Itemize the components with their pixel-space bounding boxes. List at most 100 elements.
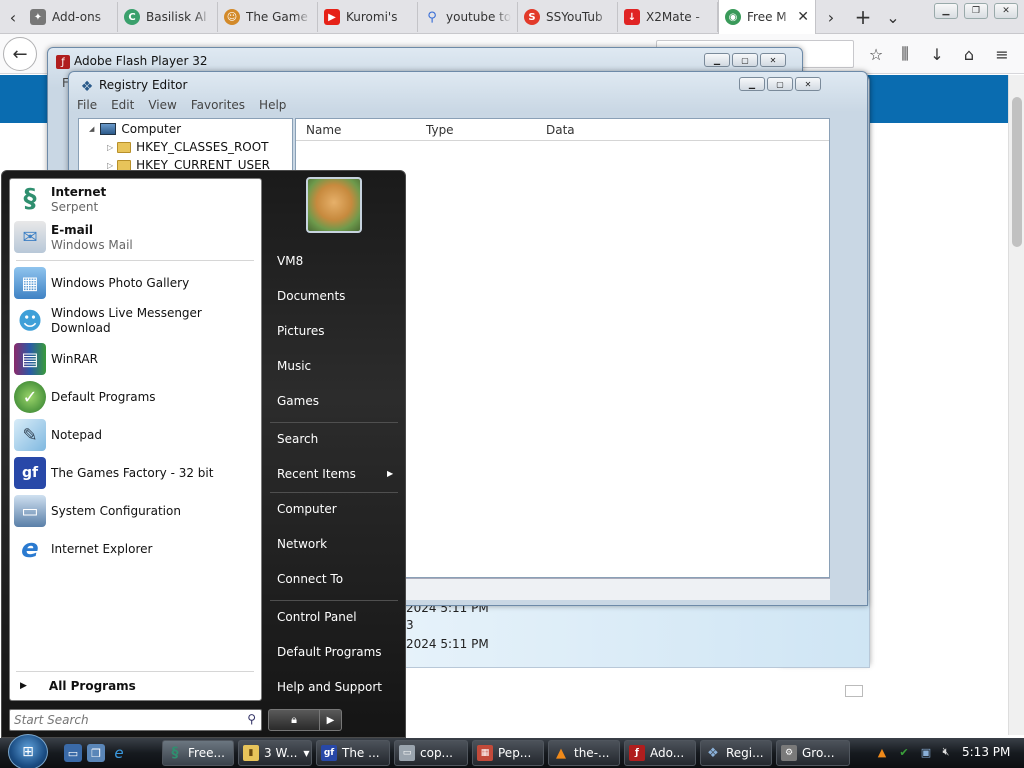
taskbar-button-flash[interactable]: ƒ Ado... bbox=[624, 740, 696, 766]
restore-icon: ❐ bbox=[971, 6, 981, 16]
close-button[interactable]: ✕ bbox=[795, 77, 821, 91]
taskbar-clock[interactable]: 5:13 PM bbox=[962, 745, 1010, 759]
back-button[interactable]: ← bbox=[3, 37, 37, 71]
program-system-configuration[interactable]: ▭ System Configuration bbox=[14, 494, 258, 528]
taskbar-button-vlc[interactable]: ▲ the-... bbox=[548, 740, 620, 766]
scrollbar-thumb[interactable] bbox=[1012, 97, 1022, 247]
ie-icon[interactable]: e bbox=[110, 744, 128, 762]
network-tray-icon[interactable]: ▣ bbox=[918, 744, 934, 760]
new-tab-button[interactable]: + bbox=[850, 4, 876, 30]
library-icon[interactable]: ⫼ bbox=[893, 42, 917, 66]
volume-muted-icon[interactable]: 🔇︎ bbox=[938, 744, 954, 760]
start-right-help-support[interactable]: Help and Support bbox=[277, 680, 382, 694]
program-internet-explorer[interactable]: e Internet Explorer bbox=[14, 532, 258, 566]
pinned-email[interactable]: ✉ E-mail Windows Mail bbox=[14, 220, 258, 254]
tab-the-game[interactable]: ☺ The Game bbox=[218, 2, 318, 32]
start-right-default-programs[interactable]: Default Programs bbox=[277, 645, 382, 659]
column-header-data[interactable]: Data bbox=[546, 123, 575, 137]
tab-youtube-to[interactable]: ⚲ youtube to bbox=[418, 2, 518, 32]
page-scrollbar[interactable] bbox=[1008, 75, 1024, 735]
menu-icon[interactable]: ≡ bbox=[990, 42, 1014, 66]
shutdown-options-button[interactable]: ▶ bbox=[320, 709, 342, 731]
start-search-input[interactable] bbox=[14, 711, 234, 729]
menu-item-favorites[interactable]: Favorites bbox=[191, 98, 245, 118]
show-desktop-icon[interactable]: ▭ bbox=[64, 744, 82, 762]
all-programs-button[interactable]: ▶ All Programs bbox=[20, 679, 136, 693]
start-button[interactable]: ⊞ bbox=[8, 734, 48, 768]
program-windows-photo-gallery[interactable]: ▦ Windows Photo Gallery bbox=[14, 266, 258, 300]
start-right-connect-to[interactable]: Connect To bbox=[277, 572, 343, 586]
taskbar-button-explorer[interactable]: ▮ 3 W... ▼ bbox=[238, 740, 312, 766]
registry-icon: ❖ bbox=[707, 745, 719, 761]
program-default-programs[interactable]: ✓ Default Programs bbox=[14, 380, 258, 414]
shield-tray-icon[interactable]: ✔ bbox=[896, 744, 912, 760]
taskbar-button-group[interactable]: ⚙ Gro... bbox=[776, 740, 850, 766]
pinned-internet[interactable]: § Internet Serpent bbox=[14, 182, 258, 216]
start-right-games[interactable]: Games bbox=[277, 394, 319, 408]
taskbar-button-games-factory[interactable]: gf The ... bbox=[316, 740, 390, 766]
tab-x2mate[interactable]: ↓ X2Mate - bbox=[618, 2, 718, 32]
download-icon: ↓ bbox=[624, 9, 640, 25]
tab-free-m[interactable]: ◉ Free M ✕ bbox=[718, 0, 816, 34]
lock-button[interactable]: 🔒︎ bbox=[268, 709, 320, 731]
menu-item-file[interactable]: File bbox=[77, 98, 97, 118]
start-right-recent-items[interactable]: Recent Items bbox=[277, 467, 356, 481]
minimize-button[interactable]: ▁ bbox=[934, 3, 958, 19]
scroll-tabs-left-button[interactable]: ‹ bbox=[0, 4, 26, 30]
switch-windows-icon[interactable]: ❐ bbox=[87, 744, 105, 762]
home-icon[interactable]: ⌂ bbox=[957, 42, 981, 66]
start-right-computer[interactable]: Computer bbox=[277, 502, 337, 516]
program-winrar[interactable]: ▤ WinRAR bbox=[14, 342, 258, 376]
tab-add-ons[interactable]: ✦ Add-ons bbox=[24, 2, 118, 32]
window-controls: ▁ ▢ ✕ bbox=[739, 77, 821, 91]
program-games-factory[interactable]: gf The Games Factory - 32 bit bbox=[14, 456, 258, 490]
taskbar-button-registry[interactable]: ❖ Regi... bbox=[700, 740, 772, 766]
tab-kuromi[interactable]: ▶ Kuromi's bbox=[318, 2, 418, 32]
close-button[interactable]: ✕ bbox=[994, 3, 1018, 19]
tab-basilisk[interactable]: C Basilisk Al bbox=[118, 2, 218, 32]
expander-icon[interactable]: ▷ bbox=[107, 143, 113, 152]
tree-node-computer[interactable]: ◢ Computer bbox=[89, 122, 181, 136]
bookmark-star-icon[interactable]: ☆ bbox=[864, 42, 888, 66]
menu-item-view[interactable]: View bbox=[148, 98, 176, 118]
taskbar-button-copy[interactable]: ▭ cop... bbox=[394, 740, 468, 766]
menu-item-help[interactable]: Help bbox=[259, 98, 286, 118]
downloads-icon[interactable]: ↓ bbox=[925, 42, 949, 66]
tab-ssyoutube[interactable]: S SSYouTub bbox=[518, 2, 618, 32]
taskbar-button-pepper[interactable]: ▦ Pep... bbox=[472, 740, 544, 766]
menu-item-edit[interactable]: Edit bbox=[111, 98, 134, 118]
expander-icon[interactable]: ▷ bbox=[107, 161, 113, 170]
search-icon[interactable]: ⚲ bbox=[247, 712, 256, 726]
start-right-user[interactable]: VM8 bbox=[277, 254, 303, 268]
scroll-tabs-right-button[interactable]: › bbox=[818, 4, 844, 30]
close-tab-icon[interactable]: ✕ bbox=[797, 9, 809, 25]
triangle-right-icon: ▶ bbox=[326, 714, 335, 726]
tree-node-hkcr[interactable]: ▷ HKEY_CLASSES_ROOT bbox=[107, 140, 269, 154]
plus-icon: + bbox=[854, 5, 872, 29]
start-search-box[interactable]: ⚲ bbox=[9, 709, 262, 731]
start-right-network[interactable]: Network bbox=[277, 537, 327, 551]
maximize-button[interactable]: ▢ bbox=[732, 53, 758, 67]
start-right-control-panel[interactable]: Control Panel bbox=[277, 610, 357, 624]
start-right-pictures[interactable]: Pictures bbox=[277, 324, 325, 338]
program-notepad[interactable]: ✎ Notepad bbox=[14, 418, 258, 452]
user-avatar[interactable] bbox=[306, 177, 362, 233]
minimize-button[interactable]: ▁ bbox=[704, 53, 730, 67]
vlc-tray-icon[interactable]: ▲ bbox=[874, 744, 890, 760]
close-button[interactable]: ✕ bbox=[760, 53, 786, 67]
taskbar-button-serpent[interactable]: § Free... bbox=[162, 740, 234, 766]
column-header-name[interactable]: Name bbox=[306, 123, 341, 137]
separator bbox=[16, 671, 254, 672]
restore-button[interactable]: ❐ bbox=[964, 3, 988, 19]
tab-list-button[interactable]: ⌄ bbox=[880, 4, 906, 30]
start-right-documents[interactable]: Documents bbox=[277, 289, 345, 303]
program-live-messenger[interactable]: ☻ Windows Live Messenger Download bbox=[14, 304, 258, 338]
lock-icon: 🔒︎ bbox=[291, 713, 297, 726]
start-right-music[interactable]: Music bbox=[277, 359, 311, 373]
minimize-button[interactable]: ▁ bbox=[739, 77, 765, 91]
start-right-search[interactable]: Search bbox=[277, 432, 318, 446]
maximize-button[interactable]: ▢ bbox=[767, 77, 793, 91]
expander-icon[interactable]: ◢ bbox=[89, 125, 94, 133]
column-header-type[interactable]: Type bbox=[426, 123, 454, 137]
window-title: Adobe Flash Player 32 bbox=[74, 54, 208, 68]
